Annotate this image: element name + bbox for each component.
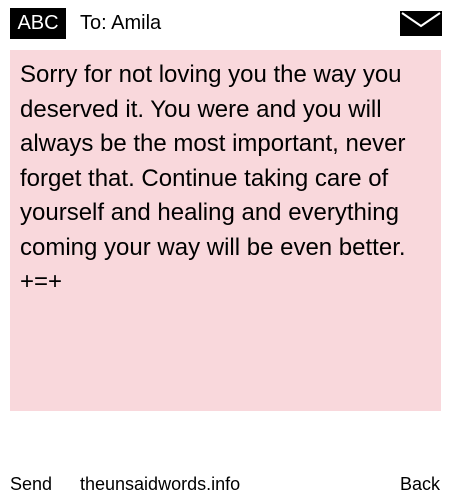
envelope-icon [400, 11, 442, 36]
message-text: Sorry for not loving you the way you des… [20, 61, 406, 295]
site-label: theunsaidwords.info [80, 474, 241, 494]
message-area[interactable]: Sorry for not loving you the way you des… [10, 50, 441, 411]
send-softkey[interactable]: Send [10, 474, 52, 495]
input-mode-badge[interactable]: ABC [10, 8, 66, 39]
footer-softkeys: Send theunsaidwords.info Back [0, 466, 450, 500]
header-bar: ABC To: Amila [0, 0, 450, 44]
back-softkey[interactable]: Back [400, 474, 440, 495]
recipient-label: To: Amila [80, 12, 162, 34]
